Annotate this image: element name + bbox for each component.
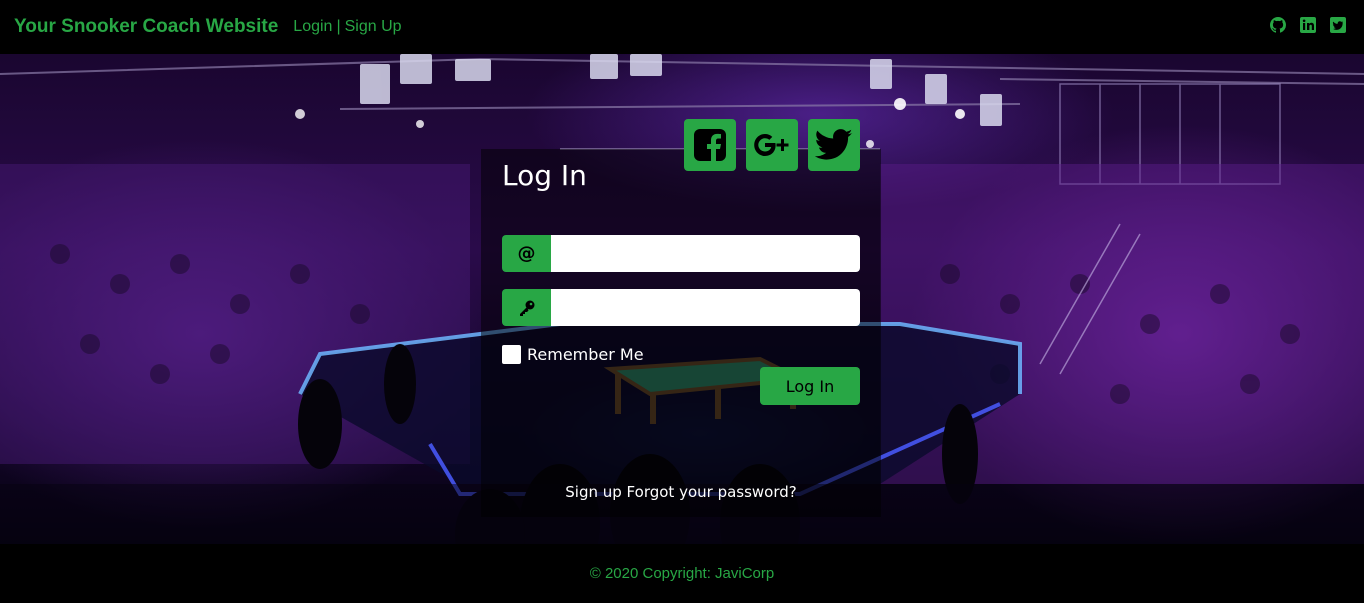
- social-login-buttons: [684, 119, 860, 171]
- password-input-group: [502, 289, 860, 326]
- nav-signup-link[interactable]: Sign Up: [345, 18, 402, 36]
- linkedin-icon[interactable]: [1300, 17, 1316, 33]
- copyright-text: © 2020 Copyright: JaviCorp: [589, 565, 775, 582]
- nav-login-link[interactable]: Login: [293, 18, 332, 36]
- key-icon: [502, 289, 551, 326]
- nav-links: Login | Sign Up: [293, 18, 401, 36]
- auth-links: Sign up Forgot your password?: [481, 483, 881, 501]
- navbar: Your Snooker Coach Website Login | Sign …: [0, 0, 1364, 54]
- twitter-button[interactable]: [808, 119, 860, 171]
- log-in-button[interactable]: Log In: [760, 367, 860, 405]
- email-input-group: @: [502, 235, 860, 272]
- forgot-password-link[interactable]: Forgot your password?: [627, 483, 797, 501]
- hero-background: Log In @ Remember Me Log In Sign up Forg…: [0, 54, 1364, 544]
- at-icon: @: [502, 235, 551, 272]
- remember-me-checkbox[interactable]: [502, 345, 521, 364]
- nav-separator: |: [336, 18, 341, 35]
- login-title: Log In: [502, 159, 587, 192]
- footer: © 2020 Copyright: JaviCorp: [0, 544, 1364, 603]
- sign-up-link[interactable]: Sign up: [565, 483, 622, 501]
- facebook-button[interactable]: [684, 119, 736, 171]
- twitter-icon: [815, 129, 853, 160]
- brand-link[interactable]: Your Snooker Coach Website: [14, 16, 278, 38]
- facebook-icon: [694, 129, 726, 163]
- login-card: Log In @ Remember Me Log In Sign up Forg…: [481, 119, 881, 517]
- remember-me: Remember Me: [502, 345, 644, 364]
- google-plus-button[interactable]: [746, 119, 798, 171]
- github-icon[interactable]: [1270, 17, 1286, 33]
- google-plus-icon: [754, 134, 789, 156]
- email-field[interactable]: [551, 235, 860, 272]
- remember-me-label: Remember Me: [527, 345, 644, 364]
- password-field[interactable]: [551, 289, 860, 326]
- social-nav-icons: [1270, 17, 1346, 33]
- twitter-icon[interactable]: [1330, 17, 1346, 33]
